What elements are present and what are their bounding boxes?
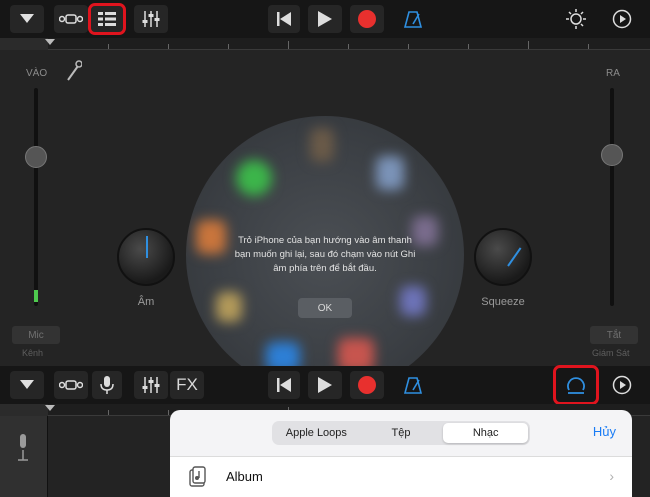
settings-button[interactable] — [608, 5, 636, 33]
tab-files[interactable]: Tệp — [359, 423, 444, 443]
browser-view-button[interactable] — [54, 5, 88, 33]
blurred-icon — [196, 220, 226, 254]
playhead-icon — [45, 39, 55, 45]
skip-back-icon — [277, 378, 291, 392]
metronome-button[interactable] — [398, 371, 428, 399]
skip-back-icon — [277, 12, 291, 26]
output-level-slider[interactable] — [601, 144, 623, 166]
garageband-screen: VÀO RA Âm Squeeze Mic Kênh Tắt Giám Sát … — [0, 0, 650, 497]
recorder-dialog-circle: Trỏ iPhone của bạn hướng vào âm thanh bạ… — [186, 116, 464, 394]
microphone-icon — [100, 376, 114, 394]
dialog-message: Trỏ iPhone của bạn hướng vào âm thanh bạ… — [234, 235, 416, 274]
metronome-button[interactable] — [398, 5, 428, 33]
mixer-button[interactable] — [134, 5, 168, 33]
squeeze-knob-label: Squeeze — [481, 296, 525, 308]
play-button[interactable] — [308, 5, 342, 33]
top-toolbar — [0, 0, 650, 38]
play-icon — [318, 377, 332, 393]
dialog-ok-button[interactable]: OK — [298, 298, 352, 318]
output-level-track — [610, 88, 614, 306]
record-icon — [358, 10, 376, 28]
chevron-down-icon — [20, 14, 34, 23]
input-level-slider[interactable] — [25, 146, 47, 168]
record-icon — [358, 376, 376, 394]
mixer-button[interactable] — [134, 371, 168, 399]
master-effects-button[interactable] — [562, 5, 590, 33]
metronome-icon — [404, 377, 422, 394]
mic-channel-button[interactable]: Mic — [12, 326, 60, 344]
blurred-icon — [376, 156, 404, 190]
monitor-caption: Giám Sát — [592, 348, 630, 358]
fx-button[interactable]: FX — [170, 371, 204, 399]
chevron-down-icon — [20, 380, 34, 389]
record-button[interactable] — [350, 5, 384, 33]
smartcontrol-icon — [59, 14, 83, 24]
tone-knob[interactable] — [117, 228, 175, 286]
microphone-track-icon — [18, 434, 28, 461]
tab-apple-loops[interactable]: Apple Loops — [274, 423, 359, 443]
cancel-button[interactable]: Hủy — [593, 424, 616, 439]
loop-browser-button[interactable] — [553, 365, 599, 405]
input-level-label: VÀO — [26, 68, 48, 79]
blurred-icon — [310, 128, 334, 162]
gear-icon — [612, 375, 632, 395]
smartcontrol-icon — [59, 380, 83, 390]
metronome-icon — [404, 11, 422, 28]
gear-icon — [612, 9, 632, 29]
output-level-label: RA — [606, 68, 620, 79]
track-header[interactable] — [0, 416, 48, 497]
blurred-icon — [400, 286, 426, 316]
browser-view-button[interactable] — [54, 371, 88, 399]
list-item-label: Album — [226, 469, 263, 484]
monitor-off-button[interactable]: Tắt — [590, 326, 638, 344]
loop-icon — [567, 377, 585, 394]
bottom-toolbar: FX — [0, 365, 650, 405]
guitar-pick-icon[interactable] — [66, 60, 82, 82]
play-icon — [318, 11, 332, 27]
squeeze-knob[interactable] — [474, 228, 532, 286]
input-level-meter — [34, 290, 38, 302]
tab-music[interactable]: Nhạc — [443, 423, 529, 443]
dial-sun-icon — [566, 9, 586, 29]
browser-tabs: Apple Loops Tệp Nhạc — [272, 421, 530, 445]
timeline-ruler[interactable] — [45, 38, 650, 50]
menu-dropdown-button[interactable] — [10, 371, 44, 399]
input-level-track — [34, 88, 38, 306]
tracks-view-button[interactable] — [88, 3, 126, 35]
blurred-icon — [216, 292, 242, 322]
go-to-start-button[interactable] — [268, 5, 300, 33]
tracks-list-icon — [98, 12, 116, 26]
go-to-start-button[interactable] — [268, 371, 300, 399]
mixer-sliders-icon — [142, 377, 160, 393]
menu-dropdown-button[interactable] — [10, 5, 44, 33]
mixer-sliders-icon — [142, 11, 160, 27]
mic-channel-caption: Kênh — [22, 348, 44, 358]
playhead-icon — [45, 405, 55, 411]
album-icon — [189, 466, 206, 487]
blurred-icon — [236, 160, 272, 196]
microphone-button[interactable] — [92, 371, 122, 399]
play-button[interactable] — [308, 371, 342, 399]
tone-knob-label: Âm — [137, 296, 155, 308]
list-item-album[interactable]: Album › — [170, 456, 632, 497]
audio-recorder-panel: VÀO RA Âm Squeeze Mic Kênh Tắt Giám Sát … — [0, 50, 650, 394]
settings-button[interactable] — [608, 371, 636, 399]
chevron-right-icon: › — [609, 468, 614, 484]
record-button[interactable] — [350, 371, 384, 399]
loop-browser-sheet: Apple Loops Tệp Nhạc Hủy Album › — [170, 410, 632, 497]
